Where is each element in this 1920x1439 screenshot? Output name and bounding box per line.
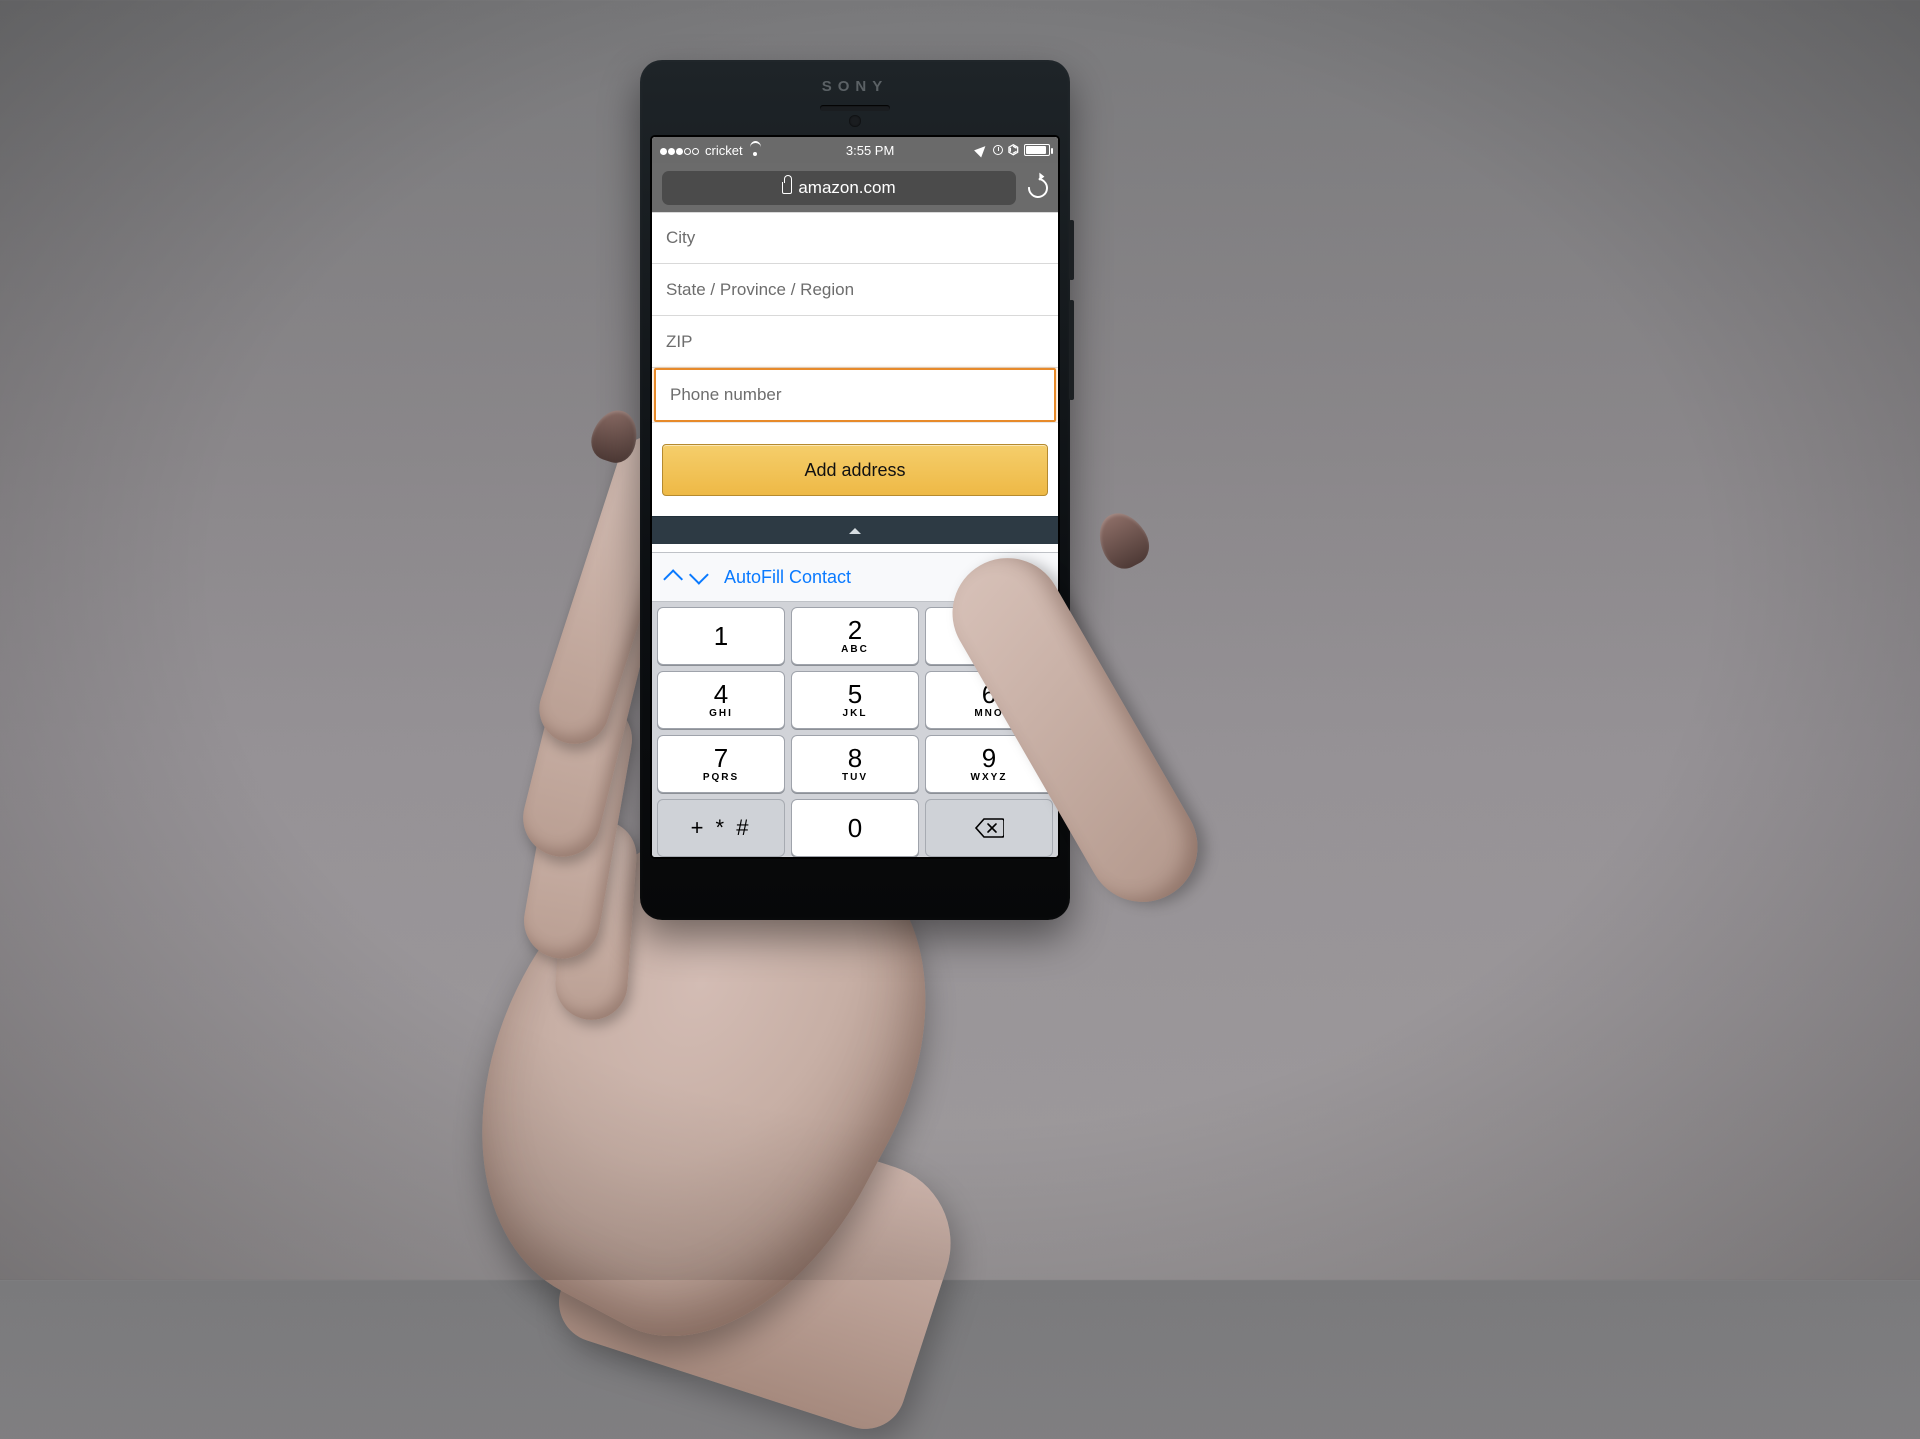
key-9[interactable]: 9WXYZ [925, 735, 1053, 793]
key-7[interactable]: 7PQRS [657, 735, 785, 793]
key-2[interactable]: 2ABC [791, 607, 919, 665]
alarm-icon [993, 145, 1003, 155]
caret-up-icon [849, 528, 861, 534]
screen: cricket 3:55 PM ⌬ amazon.com City State … [652, 137, 1058, 857]
front-camera [849, 115, 861, 127]
status-bar: cricket 3:55 PM ⌬ [652, 137, 1058, 163]
next-field-button[interactable] [689, 565, 709, 585]
address-domain: amazon.com [798, 178, 895, 198]
phone-frame: SONY cricket 3:55 PM ⌬ amazon.com [640, 60, 1070, 920]
prev-field-button[interactable] [663, 569, 683, 589]
autofill-contact-button[interactable]: AutoFill Contact [724, 567, 851, 588]
keyboard-done-button[interactable]: Done [1001, 567, 1046, 588]
key-0[interactable]: 0 [791, 799, 919, 857]
key-1[interactable]: 1 [657, 607, 785, 665]
phone-field[interactable]: Phone number [654, 368, 1056, 422]
state-field[interactable]: State / Province / Region [652, 264, 1058, 316]
location-icon [974, 143, 989, 158]
status-time: 3:55 PM [846, 143, 894, 158]
add-address-button[interactable]: Add address [662, 444, 1048, 496]
signal-dots-icon [660, 143, 700, 158]
battery-icon [1024, 144, 1050, 156]
address-box[interactable]: amazon.com [662, 171, 1016, 205]
speaker-grille [820, 105, 890, 111]
keyboard-accessory-bar: AutoFill Contact Done [652, 552, 1058, 602]
key-backspace[interactable] [925, 799, 1053, 857]
key-3[interactable]: 3DEF [925, 607, 1053, 665]
device-brand: SONY [652, 78, 1058, 95]
city-field[interactable]: City [652, 212, 1058, 264]
lock-icon [782, 182, 792, 194]
browser-address-bar: amazon.com [652, 163, 1058, 213]
reload-icon[interactable] [1024, 173, 1052, 201]
backspace-icon [974, 817, 1004, 839]
key-8[interactable]: 8TUV [791, 735, 919, 793]
wifi-icon [748, 145, 763, 156]
page-content: City State / Province / Region ZIP Phone… [652, 212, 1058, 552]
key-5[interactable]: 5JKL [791, 671, 919, 729]
key-4[interactable]: 4GHI [657, 671, 785, 729]
bluetooth-icon: ⌬ [1008, 142, 1019, 158]
numeric-keypad: 1 2ABC 3DEF 4GHI 5JKL 6MNO 7PQRS 8TUV 9W… [652, 602, 1058, 857]
carrier-label: cricket [705, 143, 743, 158]
key-6[interactable]: 6MNO [925, 671, 1053, 729]
zip-field[interactable]: ZIP [652, 316, 1058, 368]
key-symbols[interactable]: + * # [657, 799, 785, 857]
bottom-drawer[interactable] [652, 516, 1058, 544]
